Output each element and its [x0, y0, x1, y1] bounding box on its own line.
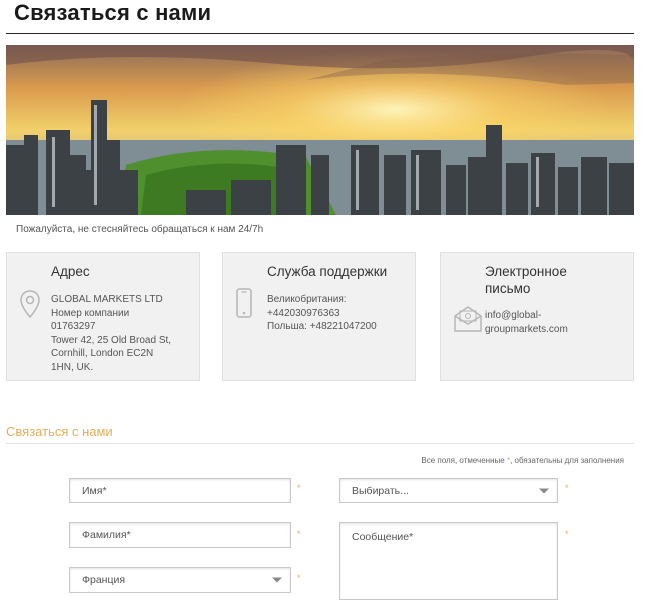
address-card-text: GLOBAL MARKETS LTD Номер компании 017632…	[51, 294, 172, 373]
form-section-divider	[6, 443, 634, 444]
country-required-star: *	[297, 573, 301, 583]
email-card-title: Электронное письмо	[485, 264, 567, 296]
message-placeholder: Сообщение*	[352, 531, 414, 543]
topic-select-value: Выбирать...	[352, 484, 409, 497]
email-card: Электронное письмо info@global- groupmar…	[440, 252, 634, 381]
message-required-star: *	[565, 529, 569, 539]
required-note-suffix: , обязательны для заполнения	[510, 456, 624, 465]
address-card-title: Адрес	[51, 264, 90, 279]
email-card-text[interactable]: info@global- groupmarkets.com	[485, 309, 630, 336]
message-textarea[interactable]: Сообщение*	[339, 522, 558, 600]
envelope-icon	[453, 305, 483, 338]
tagline: Пожалуйста, не стесняйтесь обращаться к …	[16, 224, 264, 235]
last-name-required-star: *	[297, 529, 301, 539]
last-name-placeholder: Фамилия*	[82, 529, 131, 541]
support-card-text: Великобритания: +442030976363 Польша: +4…	[267, 294, 377, 332]
form-section-title: Связаться с нами	[6, 424, 113, 439]
location-pin-icon	[19, 289, 41, 324]
last-name-input[interactable]: Фамилия*	[69, 522, 291, 548]
first-name-required-star: *	[297, 483, 301, 493]
title-divider	[6, 33, 634, 34]
country-select-value: Франция	[82, 574, 126, 586]
topic-select[interactable]: Выбирать...	[339, 478, 558, 503]
support-card: Служба поддержки Великобритания: +442030…	[222, 252, 416, 381]
chevron-down-icon	[539, 488, 549, 493]
address-card: Адрес GLOBAL MARKETS LTD Номер компании …	[6, 252, 200, 381]
required-note-prefix: Все поля, отмеченные	[421, 456, 505, 465]
topic-required-star: *	[565, 483, 569, 493]
first-name-input[interactable]: Имя*	[69, 478, 291, 503]
required-fields-note: Все поля, отмеченные *, обязательны для …	[421, 456, 624, 465]
support-card-title: Служба поддержки	[267, 264, 388, 279]
chevron-down-icon	[272, 577, 282, 583]
hero-city-skyline-image	[6, 45, 634, 215]
country-select[interactable]: Франция	[69, 567, 291, 593]
page-title: Связаться с нами	[14, 0, 212, 25]
phone-icon	[235, 288, 253, 323]
first-name-placeholder: Имя*	[82, 484, 107, 497]
